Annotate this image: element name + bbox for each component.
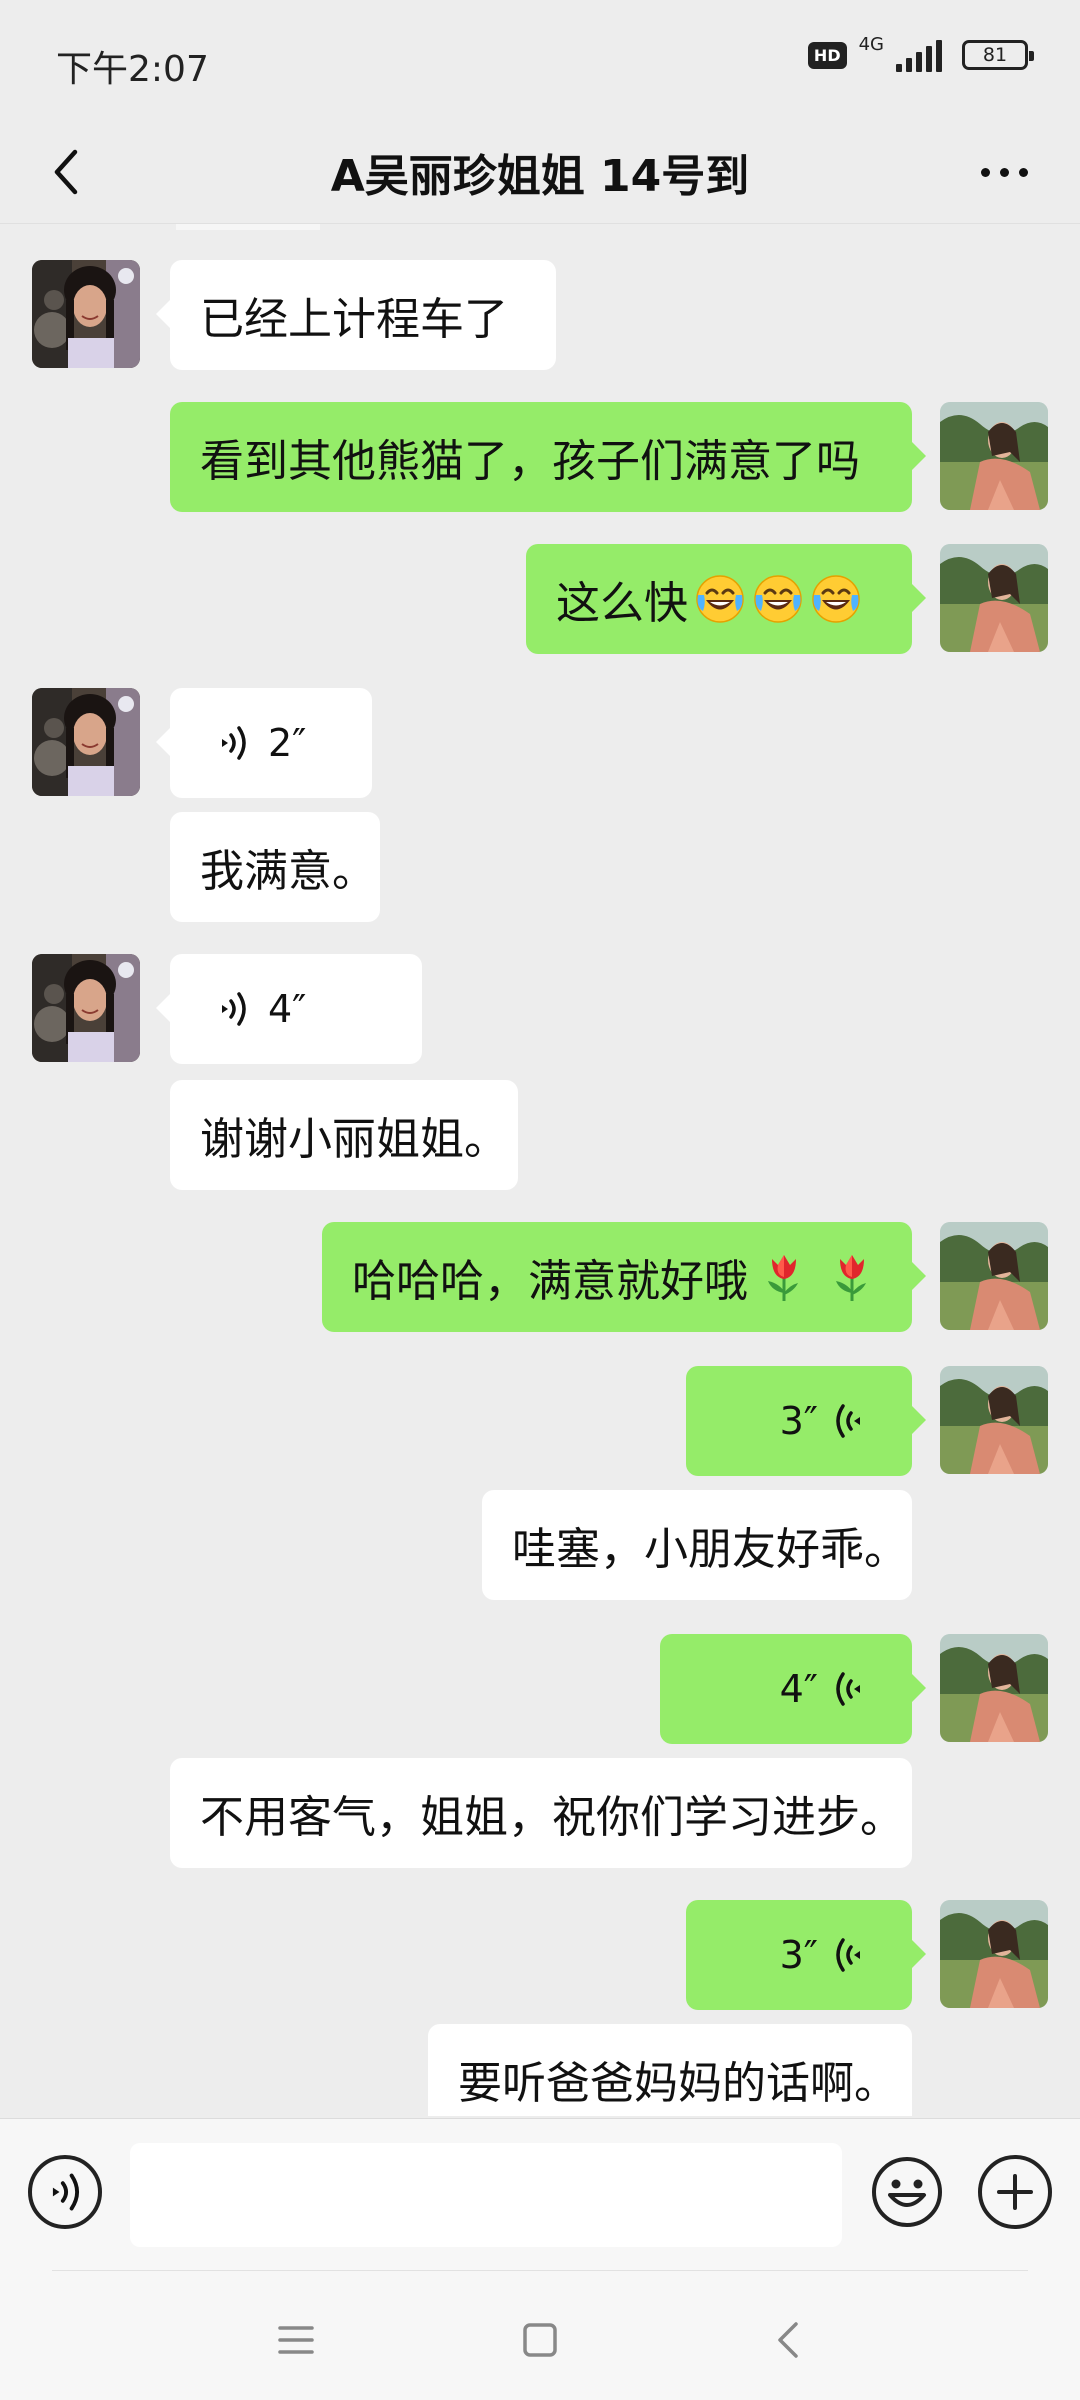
message-bubble-outgoing[interactable]: 看到其他熊猫了，孩子们满意了吗 (170, 402, 926, 512)
message-text: 谢谢小丽姐姐。 (200, 1114, 508, 1165)
more-button[interactable] (964, 142, 1044, 202)
message-bubble-incoming[interactable]: 哇塞，小朋友好乖。 (482, 1490, 912, 1600)
home-button[interactable] (510, 2310, 570, 2370)
message-bubble-incoming[interactable]: 不用客气，姐姐，祝你们学习进步。 (170, 1758, 912, 1868)
tulip-icon (826, 1251, 878, 1303)
menu-icon (278, 2326, 314, 2354)
voice-input-button[interactable] (28, 2155, 102, 2229)
face-with-tears-of-joy-icon (752, 573, 804, 625)
voice-message-outgoing[interactable]: 4″ (660, 1634, 926, 1744)
message-text: 我满意。 (200, 846, 376, 897)
message-text: 哇塞，小朋友好乖。 (512, 1524, 908, 1575)
voice-duration: 4″ (779, 1667, 818, 1711)
message-text: 看到其他熊猫了，孩子们满意了吗 (200, 436, 860, 487)
chevron-left-icon (54, 149, 78, 195)
voice-wave-icon (216, 989, 250, 1029)
self-avatar[interactable] (940, 1366, 1048, 1474)
face-with-tears-of-joy-icon (810, 573, 862, 625)
system-back-button[interactable] (758, 2310, 818, 2370)
emoji-button[interactable] (870, 2155, 944, 2229)
message-bubble-incoming[interactable]: 已经上计程车了 (156, 260, 556, 370)
voice-duration: 3″ (779, 1399, 818, 1443)
voice-input-icon (45, 2170, 85, 2214)
message-input[interactable] (130, 2143, 842, 2247)
plus-button[interactable] (978, 2155, 1052, 2229)
message-text: 不用客气，姐姐，祝你们学习进步。 (200, 1792, 904, 1843)
message-bubble-incoming[interactable]: 我满意。 (170, 812, 380, 922)
contact-avatar[interactable] (32, 688, 140, 796)
voice-message-outgoing[interactable]: 3″ (686, 1900, 926, 2010)
face-with-tears-of-joy-icon (694, 573, 746, 625)
battery-icon: 81 (962, 40, 1034, 70)
chat-header: A吴丽珍姐姐 14号到 (0, 120, 1080, 224)
self-avatar[interactable] (940, 1900, 1048, 2008)
message-text: 这么快 (556, 578, 688, 629)
battery-level: 81 (982, 44, 1008, 66)
voice-duration: 2″ (268, 721, 307, 765)
message-text: 要听爸爸妈妈的话啊。 (458, 2058, 898, 2109)
back-arrow-icon (778, 2322, 798, 2358)
message-bubble-incoming[interactable]: 谢谢小丽姐姐。 (170, 1080, 518, 1190)
voice-wave-icon (216, 723, 250, 763)
home-square-icon (523, 2323, 557, 2357)
hd-icon: HD (807, 41, 847, 69)
status-bar: 下午2:07 HD 4G 81 (0, 0, 1080, 120)
voice-wave-icon (832, 1669, 866, 1709)
voice-message-outgoing[interactable]: 3″ (686, 1366, 926, 1476)
contact-avatar[interactable] (32, 260, 140, 368)
voice-duration: 4″ (268, 987, 307, 1031)
input-bar (0, 2118, 1080, 2270)
self-avatar[interactable] (940, 544, 1048, 652)
message-bubble-incoming[interactable]: 要听爸爸妈妈的话啊。 (428, 2024, 912, 2116)
voice-message-incoming[interactable]: 2″ (156, 688, 372, 798)
message-text: 哈哈哈，满意就好哦 (352, 1256, 748, 1307)
status-indicators: HD 4G 81 (807, 34, 1034, 72)
self-avatar[interactable] (940, 402, 1048, 510)
chat-messages[interactable]: 已经上计程车了 看到其他熊猫了，孩子们满意了吗 这么快 2″ 我满意。 4″ 谢… (0, 226, 1080, 2116)
message-text: 已经上计程车了 (200, 294, 508, 345)
voice-wave-icon (832, 1401, 866, 1441)
voice-wave-icon (832, 1935, 866, 1975)
message-bubble-outgoing[interactable]: 哈哈哈，满意就好哦 (322, 1222, 926, 1332)
message-bubble-outgoing[interactable]: 这么快 (526, 544, 926, 654)
contact-avatar[interactable] (32, 954, 140, 1062)
self-avatar[interactable] (940, 1634, 1048, 1742)
voice-message-incoming[interactable]: 4″ (156, 954, 422, 1064)
back-button[interactable] (36, 142, 96, 202)
network-type: 4G (858, 34, 884, 55)
menu-button[interactable] (266, 2310, 326, 2370)
signal-icon (896, 38, 942, 72)
more-dots-icon (980, 167, 990, 177)
chat-title: A吴丽珍姐姐 14号到 (330, 151, 750, 202)
tulip-icon (758, 1251, 810, 1303)
status-time: 下午2:07 (56, 49, 209, 90)
system-nav-bar (0, 2270, 1080, 2400)
plus-icon (997, 2174, 1033, 2210)
divider (52, 2270, 1028, 2271)
voice-duration: 3″ (779, 1933, 818, 1977)
self-avatar[interactable] (940, 1222, 1048, 1330)
smiley-icon (872, 2157, 942, 2227)
